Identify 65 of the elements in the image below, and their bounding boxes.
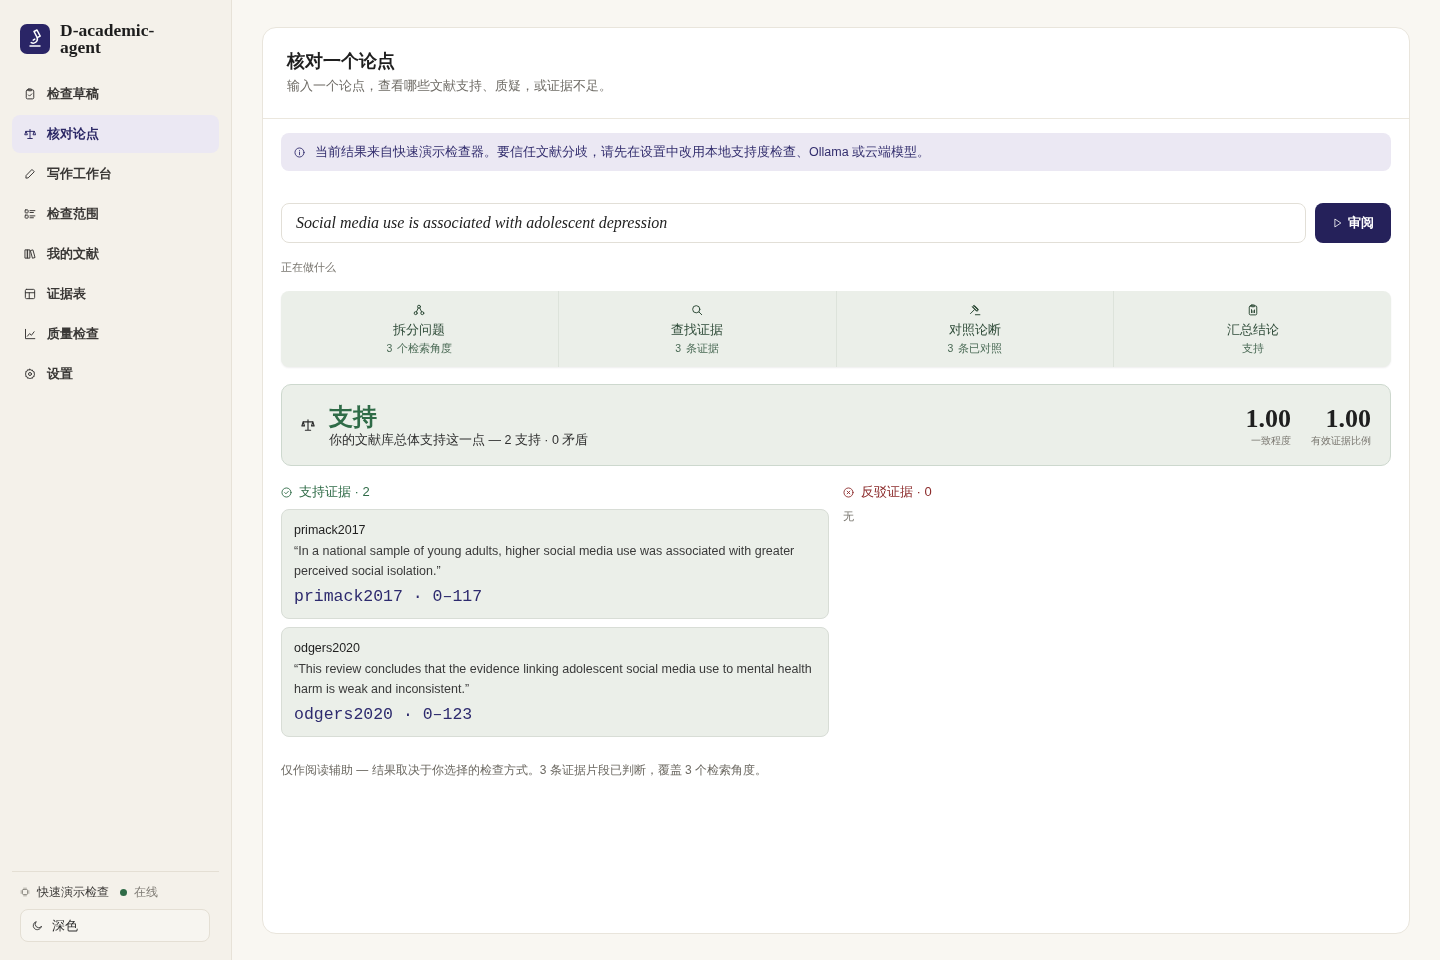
list-icon [24, 208, 36, 220]
scale-icon [24, 128, 36, 140]
verdict-summary: 你的文献库总体支持这一点 — 2 支持 · 0 矛盾 [329, 432, 590, 448]
engine-label: 快速演示检查 [37, 885, 109, 899]
brand-name: D-academic-agent [60, 22, 156, 56]
review-button[interactable]: 审阅 [1315, 203, 1391, 243]
clipboard-icon [1246, 304, 1259, 316]
microscope-icon [20, 24, 50, 54]
step-title: 拆分问题 [393, 322, 446, 338]
step-count: 3 [947, 341, 954, 355]
step-detail: 条证据 [686, 341, 720, 355]
status-text: 在线 [134, 885, 158, 899]
metric-label: 有效证据比例 [1311, 433, 1371, 447]
chip-icon [20, 887, 30, 897]
gavel-icon [968, 304, 981, 316]
chart-icon [24, 328, 36, 340]
nav-item[interactable]: 检查范围 [12, 195, 219, 233]
notice-text: 当前结果来自快速演示检查器。要信任文献分歧，请先在设置中改用本地支持度检查、Ollama 或云端模型。 [315, 143, 931, 161]
citation-text: odgers2020 · 0–123 [294, 704, 474, 726]
source-label: primack2017 [294, 522, 367, 539]
nodes-icon [413, 304, 426, 316]
metric-value: 1.00 [1245, 403, 1291, 434]
empty-text: 无 [843, 509, 855, 523]
settings-icon [24, 368, 36, 380]
footnote-text: 仅作阅读辅助 — 结果取决于你选择的检查方式。3 条证据片段已判断，覆盖 3 个检索角度。 [281, 763, 769, 777]
page-subtitle: 输入一个论点，查看哪些文献支持、质疑，或证据不足。 [287, 78, 613, 95]
evidence-heading: 反驳证据 · 0 [861, 484, 932, 500]
step-detail: 支持 [1241, 341, 1264, 355]
verdict-label: 支持 [329, 402, 378, 432]
source-label: odgers2020 [294, 640, 362, 657]
metric-label: 一致程度 [1250, 433, 1291, 447]
step-detail: 条已对照 [958, 341, 1003, 355]
play-icon [1332, 218, 1343, 228]
section-label: 正在做什么 [281, 260, 337, 274]
step-title: 查找证据 [671, 322, 724, 338]
table-icon [24, 288, 36, 300]
evidence-heading: 支持证据 · 2 [299, 484, 370, 500]
info-icon [294, 146, 305, 158]
theme-toggle-button[interactable]: 深色 [20, 909, 210, 942]
step-count: 3 [386, 341, 393, 355]
nav-item[interactable]: 质量检查 [12, 315, 219, 353]
check-circle-icon [281, 486, 292, 498]
quote-text: “This review concludes that the evidence linking adolescent social media use to mental health harm is weak and inconsistent.” [294, 661, 813, 698]
page-title: 核对一个论点 [287, 50, 396, 73]
nav-item[interactable]: 检查草稿 [12, 75, 219, 113]
clipboard-check-icon [24, 88, 36, 100]
nav-item[interactable]: 核对论点 [12, 115, 219, 153]
nav-item[interactable]: 证据表 [12, 275, 219, 313]
search-icon [691, 304, 704, 316]
books-icon [24, 248, 36, 260]
nav-item[interactable]: 写作工作台 [12, 155, 219, 193]
step-count: 3 [675, 341, 682, 355]
moon-icon [32, 920, 43, 931]
step-title: 汇总结论 [1226, 322, 1279, 338]
pencil-icon [24, 168, 36, 180]
claim-input-field[interactable]: Social media use is associated with adolescent depression [281, 203, 1306, 243]
cross-circle-icon [843, 486, 854, 498]
nav-item[interactable]: 我的文献 [12, 235, 219, 273]
nav-item[interactable]: 设置 [12, 355, 219, 393]
scale-icon [301, 418, 315, 432]
metric-value: 1.00 [1324, 403, 1371, 434]
citation-text: primack2017 · 0–117 [294, 586, 484, 608]
step-detail: 个检索角度 [397, 341, 453, 355]
step-title: 对照论断 [948, 322, 1001, 338]
quote-text: “In a national sample of young adults, higher social media use was associated with greater perceived social isolation.” [294, 543, 796, 580]
